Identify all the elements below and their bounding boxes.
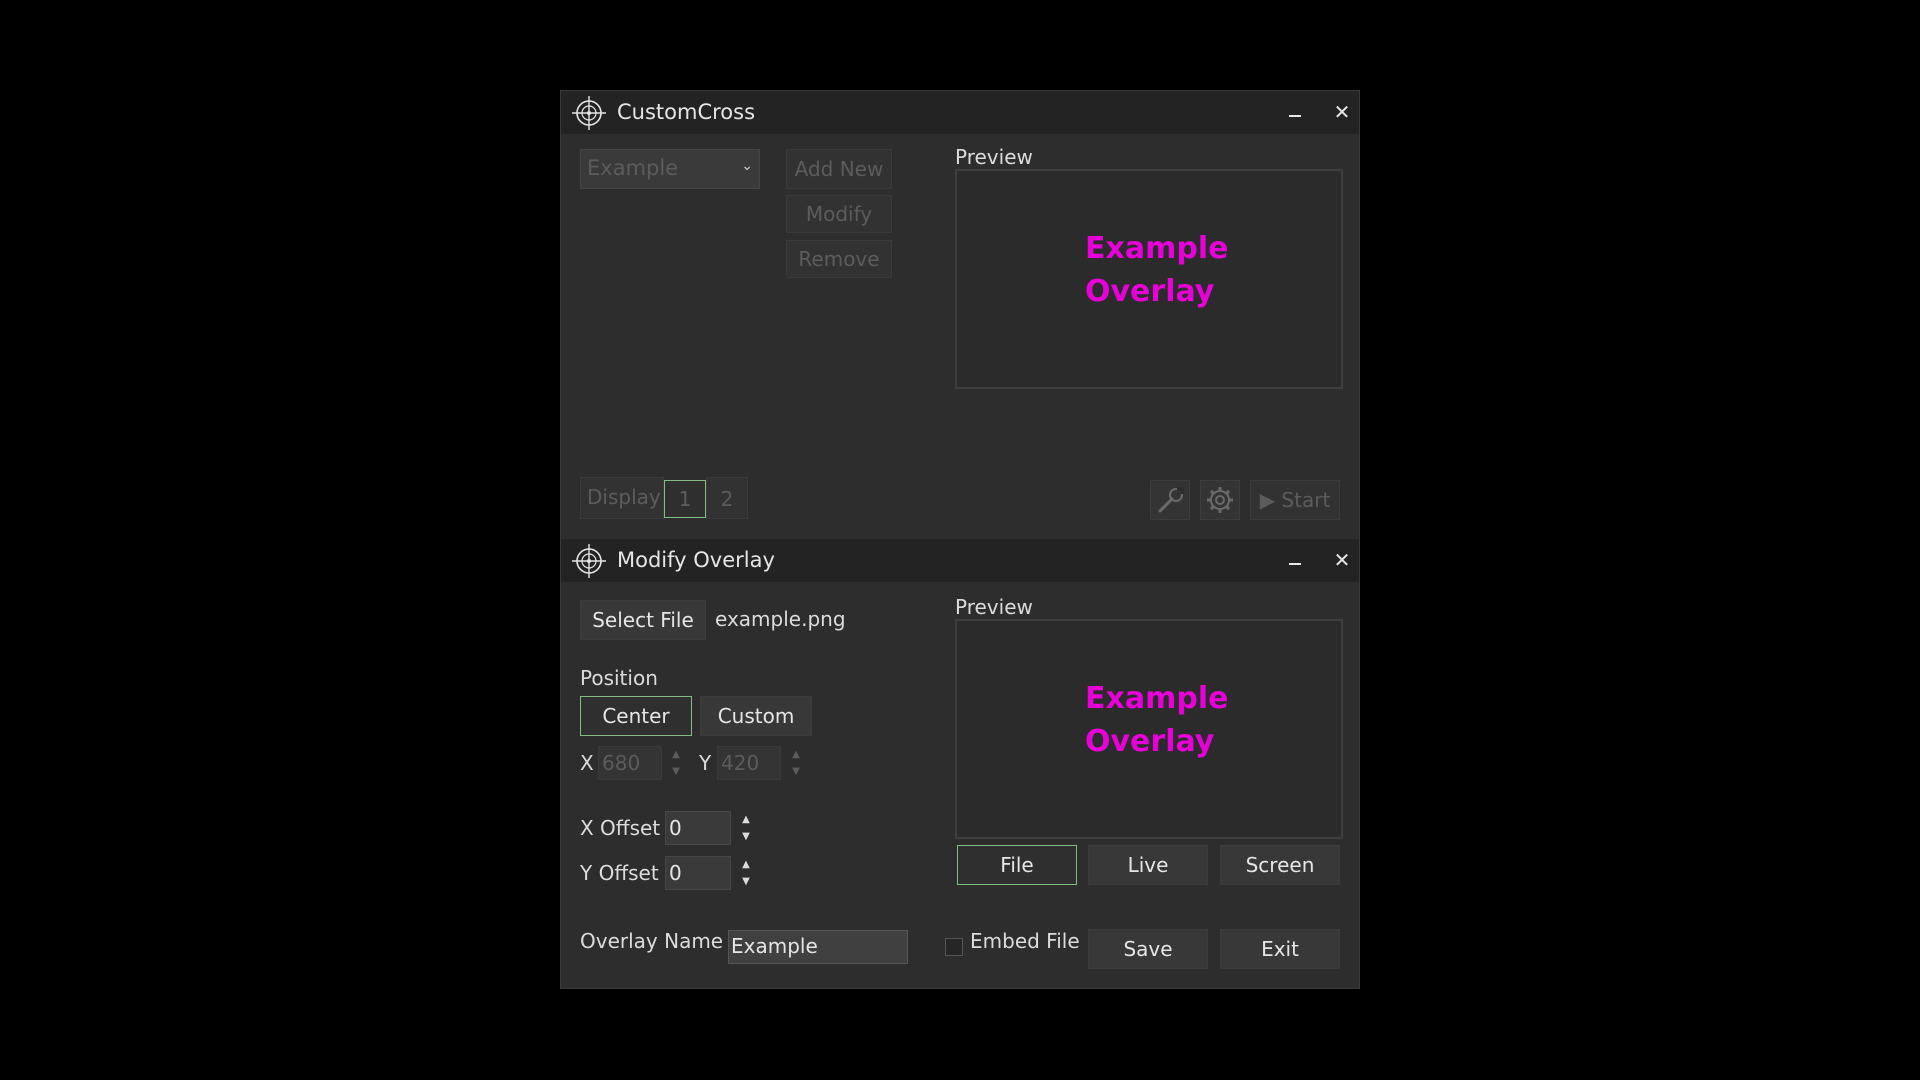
y-position-input[interactable]: 420: [717, 746, 781, 780]
chevron-down-icon[interactable]: ▼: [735, 828, 757, 845]
preview-overlay-text: Example Overlay: [1085, 227, 1228, 313]
main-titlebar[interactable]: CustomCross ✕: [561, 91, 1359, 134]
overlay-select-value: Example: [587, 156, 679, 180]
display-option-2[interactable]: 2: [706, 477, 748, 519]
modify-preview-overlay-text: Example Overlay: [1085, 677, 1228, 763]
gear-icon: [1207, 487, 1233, 513]
chevron-down-icon: ⌄: [741, 158, 753, 174]
tab-file[interactable]: File: [957, 845, 1077, 885]
y-offset-label: Y Offset: [580, 861, 659, 885]
tab-screen[interactable]: Screen: [1220, 845, 1340, 885]
modify-preview-box: Example Overlay: [955, 619, 1343, 839]
x-offset-label: X Offset: [580, 816, 661, 840]
tab-live[interactable]: Live: [1088, 845, 1208, 885]
start-button[interactable]: ▶ Start: [1250, 480, 1340, 520]
app-window: CustomCross ✕ Example ⌄ Add New Modify R…: [560, 90, 1360, 989]
minimize-button[interactable]: [1277, 91, 1313, 134]
settings-button[interactable]: [1200, 480, 1240, 520]
preview-box: Example Overlay: [955, 169, 1343, 389]
preview-label: Preview: [955, 145, 1033, 169]
chevron-up-icon[interactable]: ▲: [735, 856, 757, 873]
modify-window-title: Modify Overlay: [617, 548, 775, 572]
chevron-down-icon[interactable]: ▼: [665, 763, 687, 780]
center-button[interactable]: Center: [580, 696, 692, 736]
save-button[interactable]: Save: [1088, 929, 1208, 969]
overlay-name-label: Overlay Name: [580, 929, 724, 953]
modify-preview-label: Preview: [955, 595, 1033, 619]
exit-button[interactable]: Exit: [1220, 929, 1340, 969]
x-offset-stepper[interactable]: ▲ ▼: [735, 811, 757, 845]
chevron-up-icon[interactable]: ▲: [735, 811, 757, 828]
x-position-input[interactable]: 680: [598, 746, 662, 780]
chevron-down-icon[interactable]: ▼: [785, 763, 807, 780]
select-file-button[interactable]: Select File: [580, 600, 706, 640]
add-new-button[interactable]: Add New: [786, 149, 892, 189]
y-offset-input[interactable]: 0: [665, 856, 731, 890]
crosshair-icon: [572, 544, 606, 578]
preview-line-2: Overlay: [1085, 274, 1215, 309]
x-label: X: [580, 751, 594, 775]
custom-button[interactable]: Custom: [700, 696, 812, 736]
close-button[interactable]: ✕: [1327, 539, 1357, 582]
chevron-up-icon[interactable]: ▲: [665, 746, 687, 763]
wrench-button[interactable]: [1150, 480, 1190, 520]
y-position-stepper[interactable]: ▲ ▼: [785, 746, 807, 780]
file-name: example.png: [715, 607, 846, 631]
display-label: Display: [580, 477, 664, 519]
overlay-select[interactable]: Example ⌄: [580, 149, 760, 189]
x-position-stepper[interactable]: ▲ ▼: [665, 746, 687, 780]
x-offset-input[interactable]: 0: [665, 811, 731, 845]
window-title: CustomCross: [617, 100, 756, 124]
chevron-up-icon[interactable]: ▲: [785, 746, 807, 763]
chevron-down-icon[interactable]: ▼: [735, 873, 757, 890]
modify-preview-line-1: Example: [1085, 681, 1229, 716]
remove-button[interactable]: Remove: [786, 240, 892, 278]
display-option-1[interactable]: 1: [664, 480, 706, 518]
modify-button[interactable]: Modify: [786, 195, 892, 233]
close-button[interactable]: ✕: [1327, 91, 1357, 134]
preview-line-1: Example: [1085, 231, 1229, 266]
overlay-name-input[interactable]: Example: [728, 930, 908, 964]
minimize-button[interactable]: [1277, 539, 1313, 582]
embed-file-label: Embed File: [970, 929, 1080, 953]
modify-preview-line-2: Overlay: [1085, 724, 1215, 759]
y-offset-stepper[interactable]: ▲ ▼: [735, 856, 757, 890]
crosshair-icon: [572, 96, 606, 130]
modify-titlebar[interactable]: Modify Overlay ✕: [561, 539, 1359, 582]
embed-file-checkbox[interactable]: [945, 938, 963, 956]
position-label: Position: [580, 666, 658, 690]
y-label: Y: [699, 751, 712, 775]
wrench-icon: [1158, 487, 1184, 513]
